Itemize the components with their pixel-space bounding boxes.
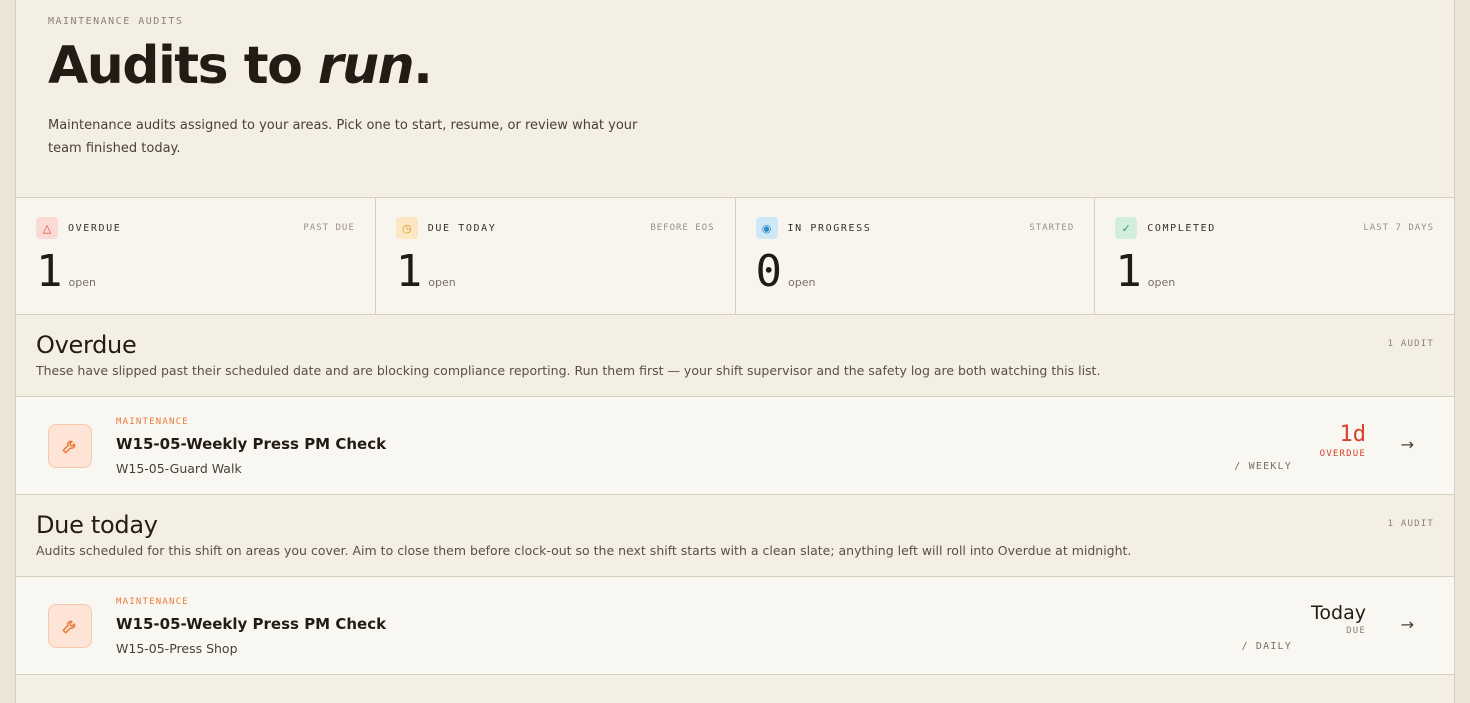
stat-in-progress[interactable]: ◉ IN PROGRESS STARTED 0 open [736, 198, 1096, 314]
stat-unit: open [788, 276, 816, 289]
stat-unit: open [428, 276, 456, 289]
page-eyebrow: MAINTENANCE AUDITS [48, 16, 184, 27]
check-icon: ✓ [1115, 217, 1138, 239]
stat-label: OVERDUE [68, 222, 122, 234]
page-subtitle: Maintenance audits assigned to your area… [48, 117, 638, 156]
stat-sublabel: STARTED [1029, 223, 1075, 233]
arrow-right-icon[interactable]: → [1401, 615, 1414, 634]
stat-value: 1 [395, 246, 423, 297]
due-label: DUE [1346, 625, 1366, 636]
section-due-today-header: Due today 1 AUDIT Audits scheduled for t… [16, 495, 1454, 577]
audit-row[interactable]: MAINTENANCE W15-05-Weekly Press PM Check… [16, 577, 1454, 675]
wrench-icon [48, 424, 92, 468]
stat-value: 0 [755, 246, 783, 297]
stat-unit: open [1147, 276, 1176, 289]
stat-unit: open [68, 276, 96, 289]
stat-value: 1 [36, 246, 63, 297]
page-header: MAINTENANCE AUDITS Audits to run. Mainte… [16, 0, 1454, 198]
clock-icon: ◷ [395, 217, 418, 239]
section-title: Overdue [36, 331, 137, 359]
audit-due: 1d OVERDUE [1319, 422, 1367, 460]
title-end: . [413, 36, 433, 96]
audit-title: W15-05-Weekly Press PM Check [116, 615, 387, 633]
section-description: These have slipped past their scheduled … [36, 363, 1101, 378]
audit-due: Today DUE [1311, 603, 1366, 636]
audit-category: MAINTENANCE [116, 417, 189, 427]
next-section-header [16, 675, 1454, 703]
arrow-right-icon[interactable]: → [1401, 435, 1414, 454]
stat-label: IN PROGRESS [787, 222, 872, 234]
stat-sublabel: LAST 7 DAYS [1363, 223, 1434, 233]
due-value: 1d [1339, 422, 1367, 447]
section-count: 1 AUDIT [1387, 519, 1434, 529]
due-label: OVERDUE [1319, 449, 1366, 460]
stat-label: DUE TODAY [427, 222, 497, 234]
stat-overdue[interactable]: △ OVERDUE PAST DUE 1 open [16, 198, 376, 314]
section-overdue-header: Overdue 1 AUDIT These have slipped past … [16, 315, 1454, 397]
page-title: Audits to run. [48, 39, 1422, 94]
stat-sublabel: BEFORE EOS [650, 223, 715, 233]
audit-title: W15-05-Weekly Press PM Check [116, 435, 387, 453]
stat-label: COMPLETED [1147, 222, 1216, 234]
audits-page: MAINTENANCE AUDITS Audits to run. Mainte… [15, 0, 1455, 703]
wrench-icon [48, 604, 92, 648]
stat-value: 1 [1115, 246, 1142, 297]
stats-bar: △ OVERDUE PAST DUE 1 open ◷ DUE TODAY BE… [16, 198, 1454, 315]
section-description: Audits scheduled for this shift on areas… [36, 543, 1132, 558]
due-value: Today [1311, 602, 1366, 624]
audit-frequency: / DAILY [1241, 641, 1292, 652]
audit-row[interactable]: MAINTENANCE W15-05-Weekly Press PM Check… [16, 397, 1454, 495]
audit-area: W15-05-Press Shop [116, 641, 238, 656]
warning-icon: △ [36, 217, 58, 239]
title-text: Audits to [48, 36, 318, 96]
stat-due-today[interactable]: ◷ DUE TODAY BEFORE EOS 1 open [376, 198, 736, 314]
title-emphasis: run [317, 36, 415, 96]
section-count: 1 AUDIT [1387, 339, 1434, 349]
progress-icon: ◉ [755, 217, 778, 239]
audit-category: MAINTENANCE [116, 597, 189, 607]
stat-sublabel: PAST DUE [303, 223, 355, 233]
audit-area: W15-05-Guard Walk [116, 461, 242, 476]
stat-completed[interactable]: ✓ COMPLETED LAST 7 DAYS 1 open [1095, 198, 1454, 314]
audit-frequency: / WEEKLY [1234, 461, 1292, 472]
section-title: Due today [36, 511, 158, 539]
